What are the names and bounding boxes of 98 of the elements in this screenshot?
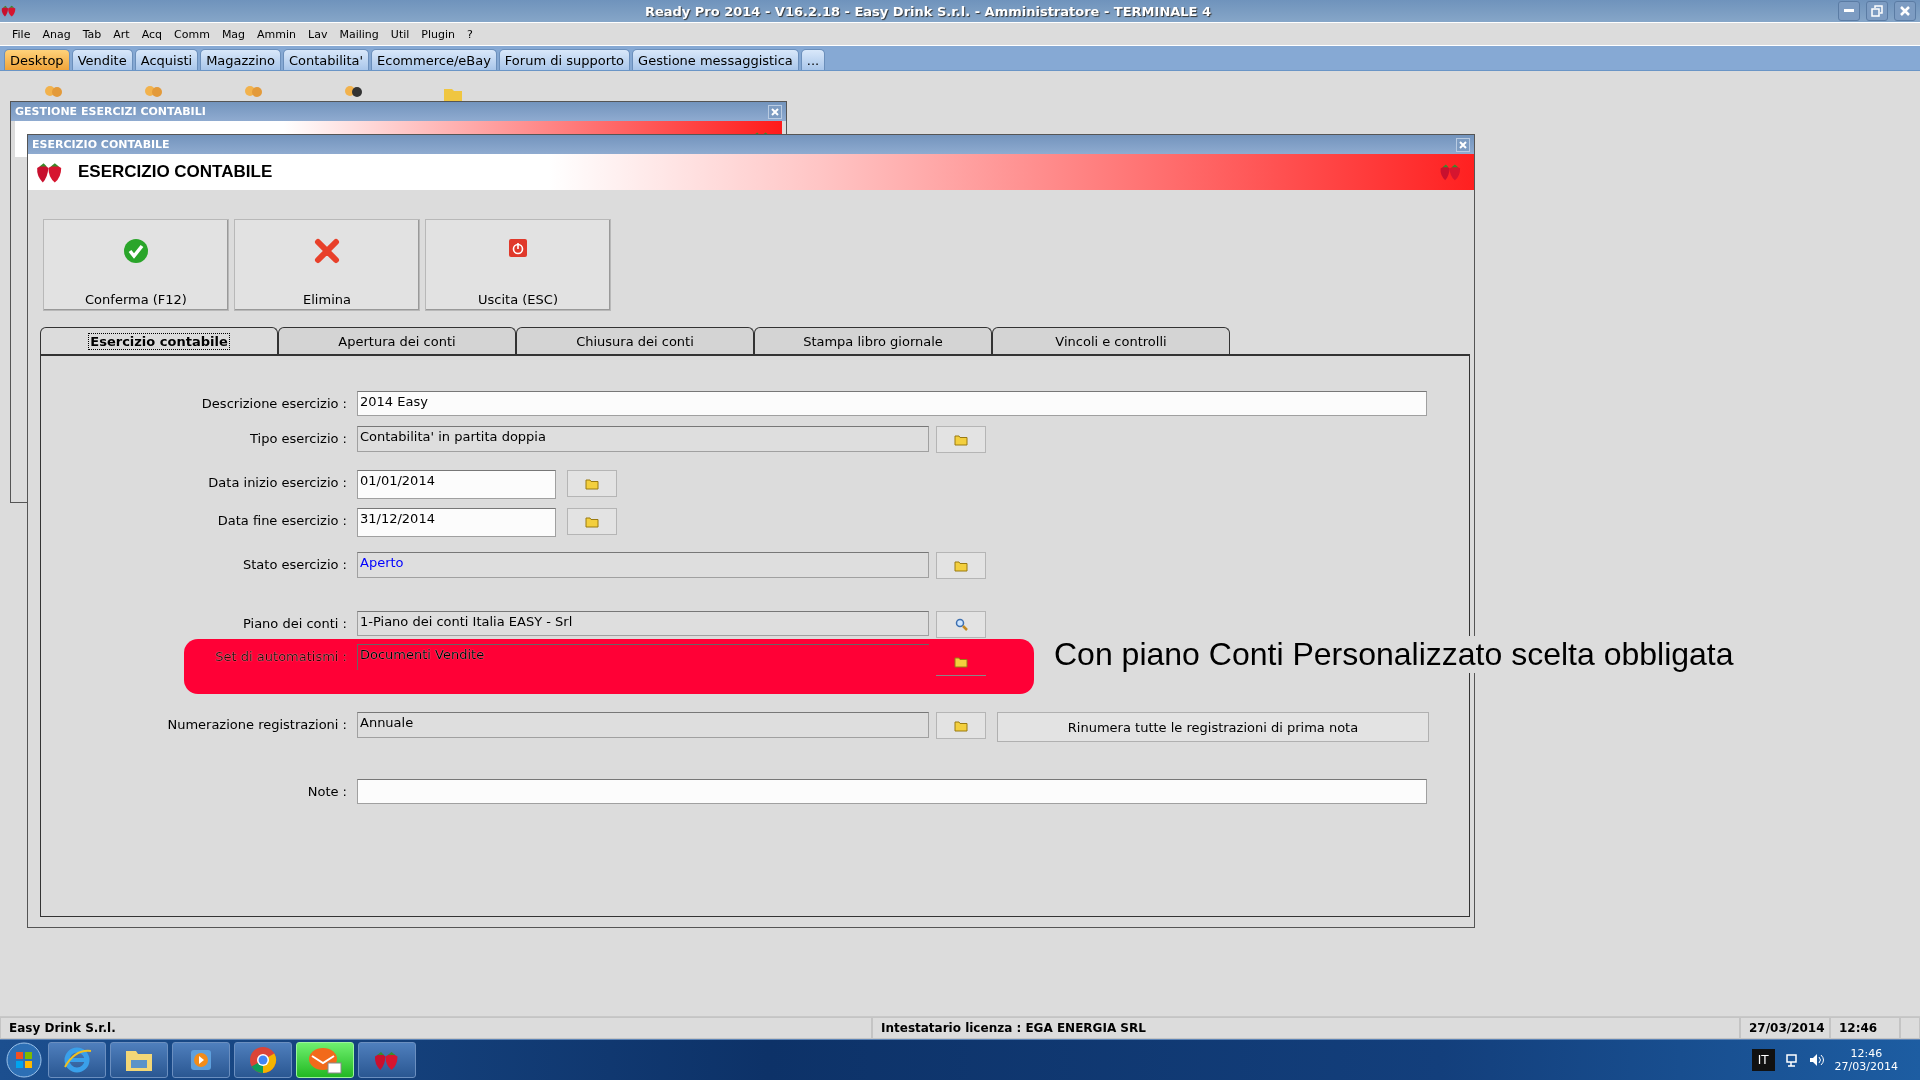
- folder-icon: [954, 656, 968, 668]
- field-label: Descrizione esercizio :: [200, 395, 347, 411]
- input-field[interactable]: Aperto: [357, 552, 929, 578]
- status-time: 12:46: [1830, 1017, 1900, 1039]
- annotation-text: Con piano Conti Personalizzato scelta obbligata: [1052, 636, 1736, 673]
- window-title: Ready Pro 2014 - V16.2.18 - Easy Drink S.r.l. - Amministratore - TERMINALE 4: [643, 3, 1213, 19]
- play-icon: [189, 1048, 213, 1072]
- tab[interactable]: Stampa libro giornale: [754, 327, 992, 354]
- module-tab[interactable]: Gestione messaggistica: [632, 49, 799, 70]
- taskbar-button[interactable]: [172, 1042, 230, 1078]
- field-label: Note :: [306, 783, 347, 799]
- restore-icon: [1871, 5, 1883, 17]
- module-tab[interactable]: Magazzino: [200, 49, 281, 70]
- field-label: Piano dei conti :: [242, 615, 347, 631]
- clock-date: 27/03/2014: [1834, 1060, 1898, 1073]
- input-field[interactable]: [357, 779, 1427, 804]
- search-button[interactable]: [936, 611, 986, 638]
- checkmark-icon: [123, 238, 149, 264]
- window-title: GESTIONE ESERCIZI CONTABILI: [15, 105, 206, 118]
- browser-icon: [62, 1045, 92, 1075]
- status-license: Intestatario licenza : EGA ENERGIA SRL: [872, 1017, 1740, 1039]
- close-button[interactable]: [1894, 1, 1916, 21]
- tab[interactable]: Esercizio contabile: [40, 327, 278, 354]
- window-title: ESERCIZIO CONTABILE: [32, 138, 170, 151]
- status-company: Easy Drink S.r.l.: [0, 1017, 872, 1039]
- language-indicator[interactable]: IT: [1751, 1049, 1775, 1071]
- close-button[interactable]: [1456, 137, 1470, 152]
- field-label: Data fine esercizio :: [216, 512, 347, 528]
- minimize-icon: [1844, 9, 1854, 13]
- module-tab[interactable]: Acquisti: [134, 49, 199, 70]
- input-field[interactable]: 01/01/2014: [357, 470, 556, 499]
- chrome-icon: [249, 1046, 277, 1074]
- folder-icon: [585, 477, 599, 490]
- field-label: Tipo esercizio :: [249, 430, 347, 446]
- header-title: ESERCIZIO CONTABILE: [78, 162, 274, 182]
- menu-item[interactable]: File: [6, 27, 37, 41]
- module-tab[interactable]: Forum di supporto: [498, 49, 631, 70]
- network-icon[interactable]: [1784, 1053, 1799, 1067]
- renumber-button[interactable]: Rinumera tutte le registrazioni di prima nota: [997, 712, 1429, 742]
- input-field[interactable]: 31/12/2014: [357, 508, 556, 537]
- menu-item[interactable]: ?: [461, 27, 479, 41]
- search-icon: [954, 618, 968, 631]
- lookup-button[interactable]: [567, 470, 617, 497]
- menu-item[interactable]: Mag: [215, 27, 252, 41]
- tab[interactable]: Chiusura dei conti: [516, 327, 754, 354]
- taskbar-button[interactable]: [110, 1042, 168, 1078]
- lookup-button[interactable]: [936, 426, 986, 453]
- module-tab[interactable]: Vendite: [71, 49, 133, 70]
- minimize-button[interactable]: [1838, 1, 1860, 21]
- toolbar-button[interactable]: Uscita (ESC): [425, 219, 611, 311]
- input-field[interactable]: Annuale: [357, 712, 929, 738]
- taskbar-button[interactable]: [234, 1042, 292, 1078]
- module-tab[interactable]: Contabilita': [283, 49, 370, 70]
- status-date: 27/03/2014: [1740, 1017, 1830, 1039]
- input-field[interactable]: Contabilita' in partita doppia: [357, 426, 929, 452]
- menu-item[interactable]: Anag: [36, 27, 77, 41]
- clock-time: 12:46: [1850, 1047, 1883, 1060]
- folder-icon: [954, 719, 968, 732]
- field-label: Numerazione registrazioni :: [166, 716, 347, 732]
- tab[interactable]: Apertura dei conti: [278, 327, 516, 354]
- menu-item[interactable]: Comm: [168, 27, 216, 41]
- lookup-button[interactable]: [936, 552, 986, 579]
- cross-icon: [314, 238, 340, 264]
- restore-button[interactable]: [1866, 1, 1888, 21]
- tab[interactable]: Vincoli e controlli: [992, 327, 1230, 354]
- menu-item[interactable]: Mailing: [333, 27, 385, 41]
- input-field[interactable]: 2014 Easy: [357, 391, 1427, 416]
- folder-icon: [954, 559, 968, 572]
- field-label: Stato esercizio :: [242, 556, 347, 572]
- folder-icon: [954, 433, 968, 446]
- menu-item[interactable]: Plugin: [415, 27, 461, 41]
- close-icon: [1900, 6, 1910, 16]
- input-field[interactable]: Documenti Vendite: [357, 644, 929, 670]
- power-icon: [508, 238, 528, 258]
- input-field[interactable]: 1-Piano dei conti Italia EASY - Srl: [357, 611, 929, 636]
- app-icon: [0, 4, 18, 18]
- close-button[interactable]: [768, 104, 782, 119]
- lookup-button[interactable]: [936, 712, 986, 739]
- menu-item[interactable]: Ammin: [251, 27, 303, 41]
- menu-item[interactable]: Art: [107, 27, 136, 41]
- module-tab[interactable]: Ecommerce/eBay: [371, 49, 497, 70]
- field-label: Data inizio esercizio :: [207, 474, 347, 490]
- menu-item[interactable]: Lav: [302, 27, 334, 41]
- taskbar-button[interactable]: [358, 1042, 416, 1078]
- menu-item[interactable]: Tab: [76, 27, 108, 41]
- toolbar-button[interactable]: Conferma (F12): [43, 219, 229, 311]
- mail-icon: [308, 1046, 342, 1074]
- taskbar-button[interactable]: [48, 1042, 106, 1078]
- menu-item[interactable]: Util: [384, 27, 416, 41]
- module-tab[interactable]: Desktop: [4, 49, 70, 70]
- toolbar-button[interactable]: Elimina: [234, 219, 420, 311]
- menu-item[interactable]: Acq: [135, 27, 169, 41]
- lookup-button[interactable]: [567, 508, 617, 535]
- folder-icon: [585, 515, 599, 528]
- module-tab[interactable]: ...: [800, 49, 826, 70]
- start-button[interactable]: [4, 1041, 44, 1079]
- field-label: Set di automatismi :: [214, 648, 347, 664]
- volume-icon[interactable]: [1808, 1053, 1825, 1067]
